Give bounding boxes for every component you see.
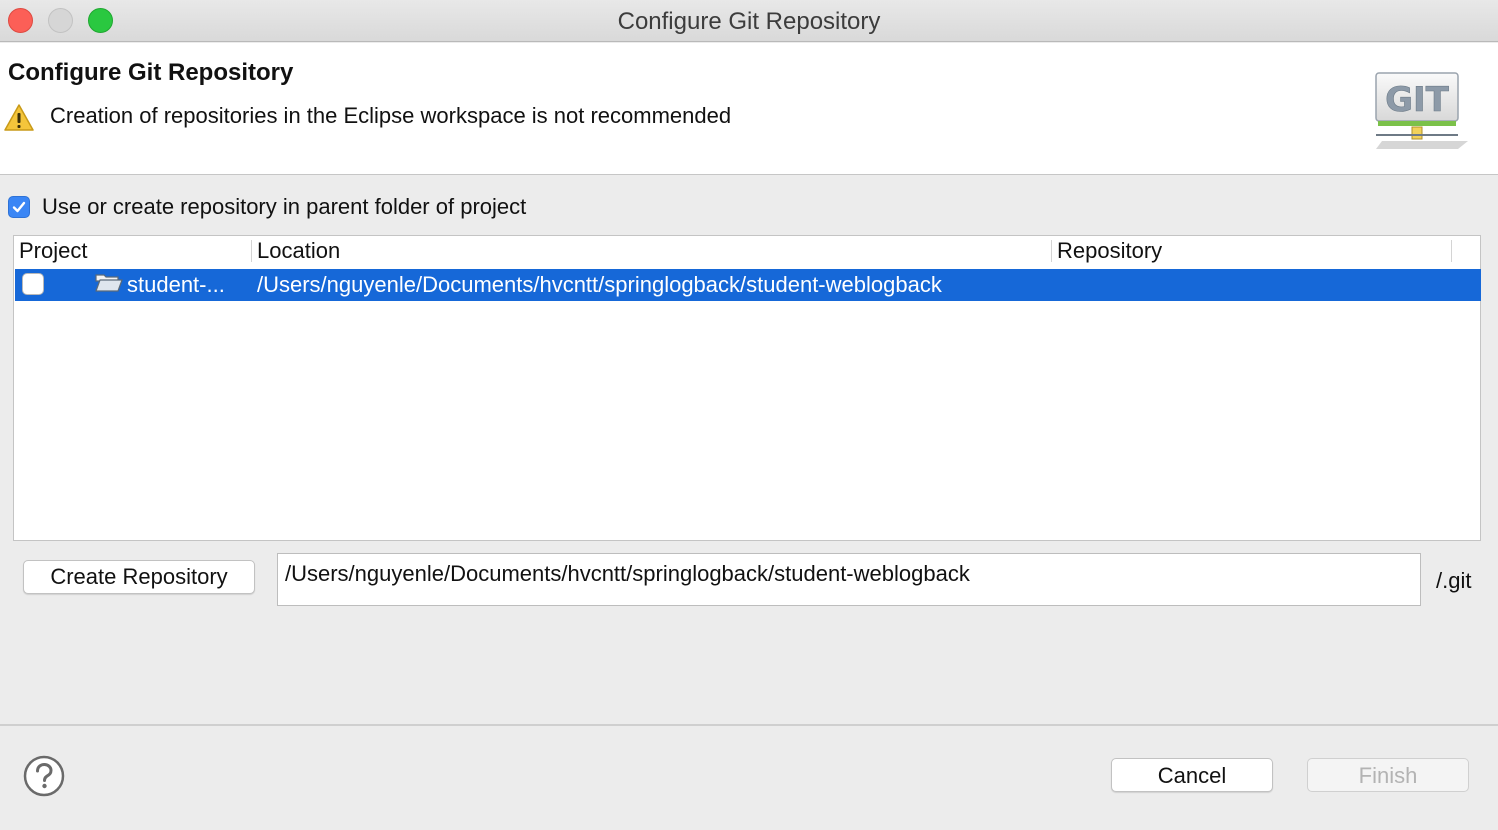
use-parent-folder-option[interactable]: Use or create repository in parent folde…	[8, 194, 526, 220]
projects-table: Project Location Repository student-... …	[13, 235, 1481, 541]
warning-icon	[4, 104, 34, 131]
finish-button[interactable]: Finish	[1307, 758, 1469, 792]
git-logo-icon: GIT	[1375, 72, 1468, 149]
help-icon[interactable]	[23, 755, 65, 797]
project-name: student-...	[127, 272, 225, 297]
footer-divider	[0, 724, 1498, 726]
checkmark-icon	[12, 201, 26, 213]
repository-path-field[interactable]: /Users/nguyenle/Documents/hvcntt/springl…	[277, 553, 1421, 606]
project-location: /Users/nguyenle/Documents/hvcntt/springl…	[257, 272, 942, 297]
page-title: Configure Git Repository	[8, 59, 294, 86]
configure-git-dialog: Configure Git Repository Configure Git R…	[0, 0, 1498, 830]
open-folder-icon	[95, 274, 123, 292]
window-title: Configure Git Repository	[617, 8, 881, 35]
use-parent-folder-label: Use or create repository in parent folde…	[42, 194, 527, 219]
column-header-location[interactable]: Location	[252, 238, 340, 266]
cancel-button[interactable]: Cancel	[1111, 758, 1273, 792]
title-bar: Configure Git Repository	[0, 0, 1498, 42]
project-row-checkbox[interactable]	[22, 273, 44, 295]
use-parent-folder-checkbox[interactable]	[8, 196, 30, 218]
warning-message: Creation of repositories in the Eclipse …	[50, 103, 732, 128]
git-suffix-label: /.git	[1436, 568, 1472, 593]
create-repository-button[interactable]: Create Repository	[23, 560, 255, 594]
column-divider[interactable]	[1451, 240, 1452, 262]
table-row[interactable]: student-... /Users/nguyenle/Documents/hv…	[15, 269, 1481, 301]
column-header-project[interactable]: Project	[14, 238, 87, 266]
column-header-repository[interactable]: Repository	[1052, 238, 1162, 266]
table-header: Project Location Repository	[14, 236, 1480, 267]
header-banner: Configure Git Repository Creation of rep…	[0, 43, 1498, 175]
git-logo-text: GIT	[1385, 80, 1450, 120]
